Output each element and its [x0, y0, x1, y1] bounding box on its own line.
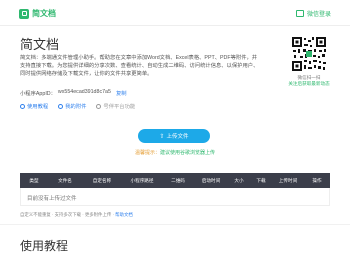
column-header: 启动时间 [201, 177, 221, 183]
logo-text: 简文档 [32, 9, 56, 18]
table-empty-state: 目前没有上传过文件 [20, 188, 330, 206]
tip-text: 建议使用谷歌浏览器上传 [160, 150, 216, 156]
appid-row: 小程序AppID： wx554ecad391d8c7a5 复制 [20, 89, 127, 97]
help-doc-link[interactable]: 帮助文档 [115, 212, 133, 217]
platform-link[interactable]: 号伴平台功能 [96, 102, 135, 110]
column-header: 小程序路径 [130, 177, 154, 183]
upload-file-button[interactable]: ⇧ 上传文件 [138, 129, 210, 143]
play-icon [20, 103, 25, 109]
section-divider [0, 224, 350, 225]
column-header: 下载 [256, 177, 266, 183]
top-bar: 简文档 微信登录 [0, 0, 350, 26]
column-header: 上传时间 [278, 177, 298, 183]
upload-tip: 温馨提示：建议使用谷歌浏览器上传 [120, 149, 230, 156]
table-header: 类型 文件名 自定名称 小程序路径 二维码 启动时间 大小 下载 上传时间 操作 [20, 173, 330, 188]
tutorial-link[interactable]: 使用教程 [20, 102, 48, 110]
footnote-text: 自定义不能重复 · 支持多次下载 · 更多附件上传 · [20, 212, 114, 217]
copy-appid-link[interactable]: 复制 [116, 89, 127, 97]
logo[interactable]: 简文档 [19, 8, 56, 19]
appid-value: wx554ecad391d8c7a5 [57, 89, 111, 95]
column-header: 大小 [234, 177, 244, 183]
section-title: 使用教程 [20, 239, 69, 253]
upload-label: 上传文件 [166, 134, 189, 140]
info-icon [96, 103, 102, 109]
page-title: 简文档 [20, 37, 60, 52]
upload-icon: ⇧ [159, 133, 165, 140]
intro-description: 简文档：多端通文件管理小助手。帮助您在文章中添加Word文档、Excel表格、P… [20, 55, 259, 77]
document-icon [19, 8, 29, 19]
platform-link-label: 号伴平台功能 [103, 104, 136, 110]
tutorial-link-label: 使用教程 [27, 104, 49, 110]
column-header: 文件名 [58, 177, 72, 183]
column-header: 操作 [312, 177, 322, 183]
appid-label: 小程序AppID： [20, 91, 56, 97]
qr-subcaption: 关注后获取最新动态 [288, 81, 330, 86]
wechat-login-button[interactable]: 微信登录 [295, 9, 331, 18]
my-attachments-link[interactable]: 我的附件 [58, 102, 86, 110]
login-icon [295, 10, 304, 17]
my-attachments-label: 我的附件 [65, 104, 87, 110]
intro-links: 使用教程 我的附件 号伴平台功能 [20, 102, 135, 110]
column-header: 二维码 [171, 177, 185, 183]
column-header: 自定名称 [92, 177, 112, 183]
tip-prefix: 温馨提示： [134, 150, 160, 156]
login-label: 微信登录 [306, 12, 331, 18]
table-footnote: 自定义不能重复 · 支持多次下载 · 更多附件上传 · 帮助文档 [20, 212, 133, 218]
attachment-icon [58, 103, 64, 109]
qr-code [291, 36, 327, 72]
column-header: 类型 [29, 177, 39, 183]
